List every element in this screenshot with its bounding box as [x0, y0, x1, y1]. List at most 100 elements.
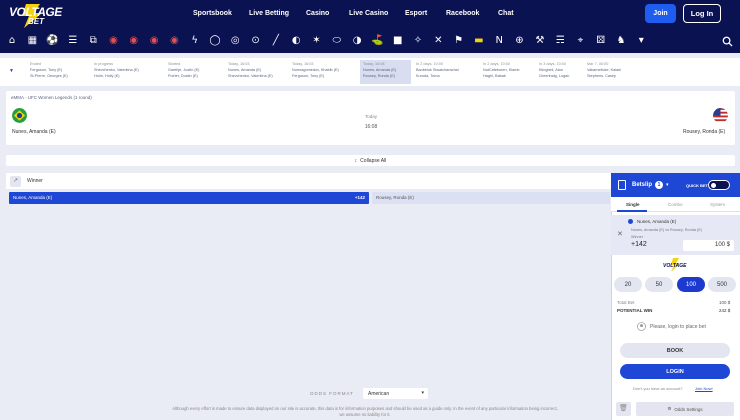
- boxing-icon[interactable]: ■: [391, 34, 405, 48]
- odds-settings-button[interactable]: ⚙ Odds Settings: [636, 402, 734, 416]
- betslip-count-badge: 1: [655, 181, 663, 189]
- expand-icon: ↕: [354, 157, 358, 164]
- event-team-b: Holm, Holly (E): [94, 73, 120, 78]
- chevron-left-icon[interactable]: ▼: [9, 68, 14, 74]
- esport-icon[interactable]: ⚒: [533, 34, 547, 48]
- tab-system[interactable]: System: [710, 202, 725, 207]
- usa-flag-icon[interactable]: ◉: [167, 34, 181, 48]
- event-tab[interactable]: In 2 days, 10:00 Banbeluk Siwatcharachai K…: [413, 60, 478, 84]
- stake-chip-500[interactable]: 500: [708, 277, 736, 292]
- event-tab[interactable]: In 2 days, 10:00 NutCafeboren, Klamb Haghi…: [480, 60, 534, 84]
- remove-selection-icon[interactable]: ✕: [617, 230, 623, 238]
- nav-sportsbook[interactable]: Sportsbook: [193, 10, 232, 17]
- stake-chip-100[interactable]: 100: [677, 277, 705, 292]
- stake-chip-20[interactable]: 20: [614, 277, 642, 292]
- tab-combo[interactable]: Combo: [668, 202, 683, 207]
- tennis-icon[interactable]: ◎: [228, 34, 242, 48]
- tab-active-indicator: [617, 210, 647, 212]
- rugby-icon[interactable]: ⬭: [330, 34, 344, 48]
- grid-icon[interactable]: ▦: [25, 34, 39, 48]
- event-tab[interactable]: Started Gaethje, Justin (E) Poirier, Dusti…: [165, 60, 223, 84]
- nav-chat[interactable]: Chat: [498, 10, 514, 17]
- quick-bet-toggle[interactable]: [708, 180, 730, 190]
- collapse-all-button[interactable]: ↕ Collapse All: [6, 155, 735, 166]
- disclaimer: Although every effort is made to ensure …: [172, 406, 558, 417]
- event-tab[interactable]: Ended Ferguson, Tony (E) St-Pierre, George…: [27, 60, 89, 84]
- nav-casino[interactable]: Casino: [306, 10, 329, 17]
- odds-format-value: American: [368, 391, 390, 397]
- volleyball-icon[interactable]: ◑: [350, 34, 364, 48]
- event-team-b: Shevchenko, Valentina (E): [228, 73, 273, 78]
- nav-esport[interactable]: Esport: [405, 10, 427, 17]
- chevron-down-icon[interactable]: ▾: [634, 34, 648, 48]
- hockey-icon[interactable]: ╱: [269, 34, 283, 48]
- pingpong-icon[interactable]: ◐: [289, 34, 303, 48]
- brazil-flag-icon: [12, 108, 27, 123]
- soccer-icon[interactable]: ⚽: [46, 34, 60, 48]
- voltage-bet-logo-small: VOLTAGE: [663, 258, 687, 272]
- trash-icon[interactable]: 🗑: [616, 402, 631, 416]
- selection-market: Winner: [631, 235, 644, 239]
- match-time: 16:08: [364, 124, 378, 130]
- collapse-all-label: Collapse All: [360, 157, 387, 164]
- odds-button-home[interactable]: Nunes, Amanda (E) +142: [9, 192, 369, 204]
- book-button[interactable]: BOOK: [620, 343, 730, 358]
- usa-flag-icon[interactable]: ◉: [127, 34, 141, 48]
- user-icon: [637, 322, 646, 331]
- usa-flag-icon[interactable]: ◉: [147, 34, 161, 48]
- f1-icon[interactable]: ⚑: [452, 34, 466, 48]
- tab-single[interactable]: Single: [626, 202, 640, 207]
- stake-chip-50[interactable]: 50: [645, 277, 673, 292]
- basketball-icon[interactable]: ⊙: [249, 34, 263, 48]
- cycling-icon[interactable]: ☴: [553, 34, 567, 48]
- event-tab[interactable]: Mar 7, 00:00 Vakamelidze, Kalani Stephens,…: [584, 60, 644, 84]
- baseball-icon[interactable]: ◯: [208, 34, 222, 48]
- home-icon[interactable]: ⌂: [5, 34, 19, 48]
- join-button[interactable]: Join: [645, 4, 676, 23]
- event-team-b: Haghi, Babak: [483, 73, 506, 78]
- event-tab[interactable]: Today, 16:03 Nurmagomedov, Khabib (E) Ferg…: [289, 60, 358, 84]
- betslip-login-button[interactable]: LOGIN: [620, 364, 730, 379]
- betslip-icon: [618, 180, 626, 190]
- pin-icon[interactable]: ↗: [10, 176, 21, 187]
- racing-icon[interactable]: ♞: [614, 34, 628, 48]
- potential-win-value: 242 $: [719, 308, 731, 313]
- mma-ufc-icon[interactable]: ▬: [472, 34, 486, 48]
- nav-live-casino[interactable]: Live Casino: [349, 10, 388, 17]
- login-button[interactable]: Log In: [683, 4, 721, 23]
- selection-name: Nunes, Amanda (E): [637, 219, 677, 224]
- usa-flag-icon[interactable]: ◉: [107, 34, 121, 48]
- golf-icon[interactable]: ⛳: [370, 34, 384, 48]
- join-now-link[interactable]: Join Now!: [695, 386, 713, 391]
- n-icon[interactable]: N: [492, 34, 506, 48]
- odds-format-select[interactable]: American ▾: [363, 388, 428, 399]
- event-tab[interactable]: Today, 16:08 Nunes, Amanda (E) Rousey, Ron…: [360, 60, 411, 84]
- list-icon[interactable]: ☰: [66, 34, 80, 48]
- stake-input[interactable]: 100 $: [683, 240, 734, 251]
- odds-button-away[interactable]: Rousey, Ronda (E): [372, 192, 610, 204]
- odds-home-price: +142: [354, 195, 365, 200]
- voltage-bet-logo[interactable]: VOLTAGE BET: [6, 3, 64, 29]
- event-team-b: Stephens, Casey: [587, 73, 616, 78]
- dice-icon[interactable]: ⚄: [594, 34, 608, 48]
- selection-dot-icon: [628, 219, 633, 224]
- nav-racebook[interactable]: Racebook: [446, 10, 479, 17]
- cricket-icon[interactable]: ✕: [431, 34, 445, 48]
- away-team: Rousey, Ronda (E): [683, 129, 726, 135]
- nav-live-betting[interactable]: Live Betting: [249, 10, 289, 17]
- globe-icon[interactable]: ⊕: [513, 34, 527, 48]
- darts-icon[interactable]: ⌖: [573, 34, 587, 48]
- badminton-icon[interactable]: ✶: [310, 34, 324, 48]
- copy-icon[interactable]: ⧉: [86, 34, 100, 48]
- market-label: Winner: [27, 178, 43, 184]
- lightning-icon[interactable]: ϟ: [188, 34, 202, 48]
- total-bet-value: 100 $: [719, 300, 731, 305]
- mma-icon[interactable]: ✧: [411, 34, 425, 48]
- search-icon[interactable]: [722, 36, 733, 47]
- event-tab[interactable]: In 3 days, 10:00 Klingbeil, Alan Greenhalg…: [536, 60, 582, 84]
- event-team-b: St-Pierre, Georges (E): [30, 73, 68, 78]
- chevron-down-icon[interactable]: ▾: [666, 182, 669, 188]
- event-tab[interactable]: Today, 16:03 Nunes, Amanda (E) Shevchenko,…: [225, 60, 287, 84]
- event-tab[interactable]: In progress Shevchenko, Valentina (E) Holm…: [91, 60, 163, 84]
- league-title[interactable]: eMMA - UFC Women Legends (1 round): [11, 95, 92, 100]
